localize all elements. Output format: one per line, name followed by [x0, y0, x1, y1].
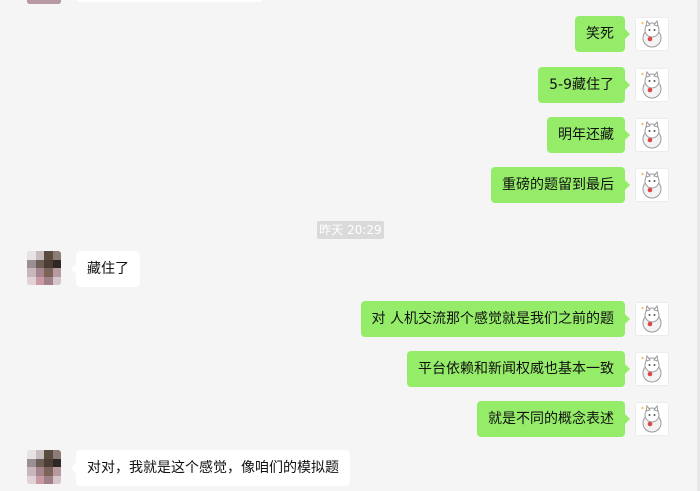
self-avatar[interactable]: * [635, 352, 669, 386]
chat-bubble-self[interactable]: 明年还藏 [547, 117, 630, 153]
other-avatar[interactable] [27, 450, 61, 484]
self-avatar[interactable]: * [635, 118, 669, 152]
chat-bubble-other[interactable]: 藏住了 [71, 251, 140, 287]
chat-bubble-self[interactable]: 平台依赖和新闻权威也基本一致 [407, 351, 630, 387]
partial-avatar-top [27, 0, 61, 4]
svg-text:*: * [641, 406, 644, 413]
timestamp-badge: 昨天 20:29 [317, 221, 384, 239]
cat-avatar-icon: * [636, 303, 668, 335]
svg-text:*: * [641, 21, 644, 28]
svg-text:*: * [641, 72, 644, 79]
blurred-avatar-icon [27, 251, 61, 285]
chat-bubble-self[interactable]: 重磅的题留到最后 [491, 167, 630, 203]
self-avatar[interactable]: * [635, 17, 669, 51]
self-avatar[interactable]: * [635, 68, 669, 102]
chat-bubble-self[interactable]: 笑死 [575, 16, 630, 52]
other-avatar[interactable] [27, 251, 61, 285]
svg-text:*: * [641, 306, 644, 313]
cat-avatar-icon: * [636, 169, 668, 201]
chat-bubble-self[interactable]: 就是不同的概念表述 [477, 401, 630, 437]
cat-avatar-icon: * [636, 18, 668, 50]
svg-text:*: * [641, 356, 644, 363]
partial-bubble-top [76, 0, 263, 2]
blurred-avatar-icon [27, 450, 61, 484]
self-avatar[interactable]: * [635, 302, 669, 336]
svg-text:*: * [641, 172, 644, 179]
svg-text:*: * [641, 122, 644, 129]
cat-avatar-icon: * [636, 353, 668, 385]
cat-avatar-icon: * [636, 69, 668, 101]
chat-bubble-self[interactable]: 对 人机交流那个感觉就是我们之前的题 [360, 301, 631, 337]
cat-avatar-icon: * [636, 119, 668, 151]
self-avatar[interactable]: * [635, 168, 669, 202]
cat-avatar-icon: * [636, 403, 668, 435]
self-avatar[interactable]: * [635, 402, 669, 436]
chat-bubble-self[interactable]: 5-9藏住了 [538, 67, 630, 103]
chat-bubble-other[interactable]: 对对，我就是这个感觉，像咱们的模拟题 [71, 450, 350, 486]
